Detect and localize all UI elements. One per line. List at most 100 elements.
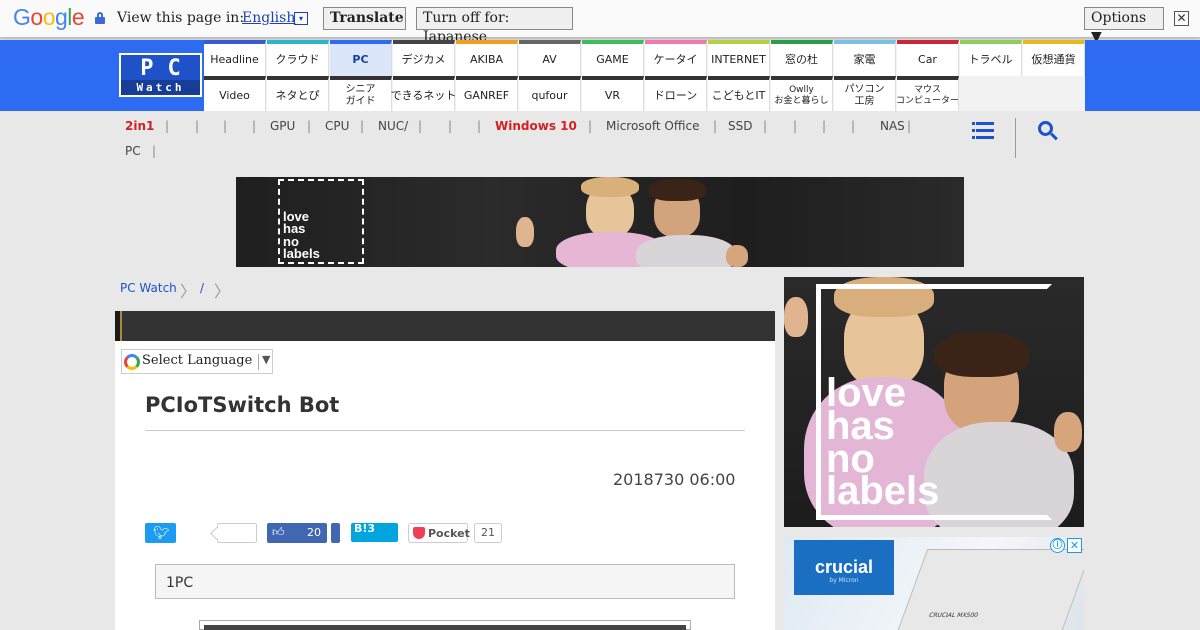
twitter-bird-icon: 🐦︎ [153,526,170,541]
nav-item[interactable]: できるネット [391,76,456,111]
ssd-label: CRUCIAL MX500 [927,612,980,619]
ad-info-icon[interactable]: ⓘ [1050,538,1065,553]
nav-item[interactable]: シニア ガイド [330,76,392,111]
pocket-count: 21 [474,523,502,543]
nav-item[interactable]: AV [519,40,581,76]
site-header: PC Watch Headline クラウド PC デジカメ AKIBA AV GAME ケー… [0,40,1200,111]
subnav-separator: | [477,119,482,133]
logo-watch-text: Watch [121,80,200,95]
subnav-separator: | [588,119,593,133]
nav-item[interactable]: 窓の杜 [771,40,833,76]
subnav-separator: | [713,119,718,133]
twitter-share-button[interactable]: 🐦︎ [145,523,176,543]
subnav-item[interactable]: Windows 10 [495,119,577,133]
pc-watch-logo[interactable]: PC Watch [119,53,202,97]
subnav-item[interactable]: NAS [880,119,905,133]
ad-close-icon[interactable]: ✕ [1067,538,1082,553]
nav-item[interactable]: 家電 [834,40,896,76]
subnav-item[interactable]: SSD [728,119,752,133]
facebook-like-button[interactable]: 👍︎ 20 [267,523,327,543]
nav-item[interactable]: GANREF [456,76,518,111]
nav-item[interactable]: AKIBA [456,40,518,76]
hatena-label: B!3 [354,522,376,535]
search-icon[interactable] [1038,121,1058,143]
breadcrumb-chevron-icon: 〉 [214,282,231,301]
nav-item[interactable]: デジカメ [393,40,455,76]
nav-item[interactable]: Headline [204,40,266,76]
subnav-separator: | [763,119,768,133]
subnav-item[interactable]: 2in1 [125,119,154,133]
nav-item[interactable]: マウス コンピューター [896,76,959,111]
nav-item[interactable]: Car [897,40,959,76]
subnav-item[interactable]: CPU [325,119,349,133]
nav-item[interactable]: パソコン 工房 [834,76,896,111]
nav-item[interactable]: 仮想通貨 [1023,40,1085,76]
breadcrumb-item[interactable]: / [200,281,204,295]
subnav-item[interactable]: NUC/ [378,119,408,133]
child-hand [784,297,808,337]
pocket-button[interactable]: Pocket [408,523,470,543]
child-hair [581,177,639,197]
nav-item[interactable]: クラウド [267,40,329,76]
nav-item[interactable]: VR [582,76,644,111]
subnav-separator: | [851,119,856,133]
ad-banner-text: love has no labels [283,209,320,262]
crucial-sub: by Micron [829,577,859,584]
child-hand [1054,412,1082,452]
twitter-count-bubble [217,523,257,543]
dropdown-arrow-icon: ▼ [262,353,271,366]
language-dropdown-icon[interactable]: ▾ [294,12,308,25]
subnav-separator: | [152,144,157,158]
side-banner-ad[interactable]: love has no labels [784,277,1084,527]
pocket-label: Pocket [428,527,470,540]
nav-item[interactable]: Video [204,76,266,111]
nav-item[interactable]: ドローン [645,76,707,111]
child-hand [726,245,748,267]
facebook-like-count: 20 [307,526,321,539]
subnav-item[interactable]: GPU [270,119,295,133]
nav-item[interactable]: Owlly お金と暮らし [771,76,833,111]
ssd-product-image: CRUCIAL MX500 [890,549,1084,630]
breadcrumb-home[interactable]: PC Watch [120,281,177,295]
nav-item[interactable]: トラベル [960,40,1022,76]
nav-item[interactable]: INTERNET [708,40,770,76]
lock-icon [95,12,105,24]
menu-icon[interactable] [972,122,994,139]
translate-button[interactable]: Translate [323,7,406,30]
nav-item[interactable]: ネタとぴ [267,76,329,111]
thumbs-up-icon: 👍︎ [272,525,285,539]
article-lead-box: 1PC [155,564,735,599]
select-divider [258,354,259,370]
article-date: 2018730 06:00 [613,470,736,489]
subnav-separator: | [360,119,365,133]
facebook-share-button[interactable] [331,523,340,543]
top-banner-ad[interactable]: love has no labels [236,177,964,267]
language-select[interactable]: Select Language ▼ [121,349,273,374]
article-image[interactable] [199,620,691,630]
subnav-separator: | [252,119,257,133]
article-title: PCIoTSwitch Bot [145,393,340,417]
subnav-item[interactable]: Microsoft Office [606,119,699,133]
subnav-separator: | [165,119,170,133]
turn-off-translation-button[interactable]: Turn off for: Japanese [416,7,573,45]
crucial-brand: crucial [814,557,874,577]
options-button[interactable]: Options ▼ [1084,7,1164,45]
child-hair [648,179,706,201]
nav-item[interactable]: PC [330,40,392,76]
close-icon[interactable]: ✕ [1174,11,1189,26]
target-language-link[interactable]: English [242,10,295,26]
article-lead-text: 1PC [166,575,194,591]
translate-prompt: View this page in: [117,10,245,26]
subnav-item[interactable]: PC [125,144,141,158]
hatena-bookmark-button[interactable]: B!3 [351,522,398,542]
crucial-ad[interactable]: crucial by Micron CRUCIAL MX500 [784,537,1084,630]
subnav-separator: | [448,119,453,133]
article-header-bar [115,311,775,341]
subnav-separator: | [822,119,827,133]
google-g-icon [124,354,140,370]
nav-item[interactable]: qufour [519,76,581,111]
site-nav: Headline クラウド PC デジカメ AKIBA AV GAME ケータイ INTERNE… [204,40,1085,111]
nav-item[interactable]: ケータイ [645,40,707,76]
nav-item[interactable]: GAME [582,40,644,76]
nav-item[interactable]: こどもとIT [708,76,770,111]
